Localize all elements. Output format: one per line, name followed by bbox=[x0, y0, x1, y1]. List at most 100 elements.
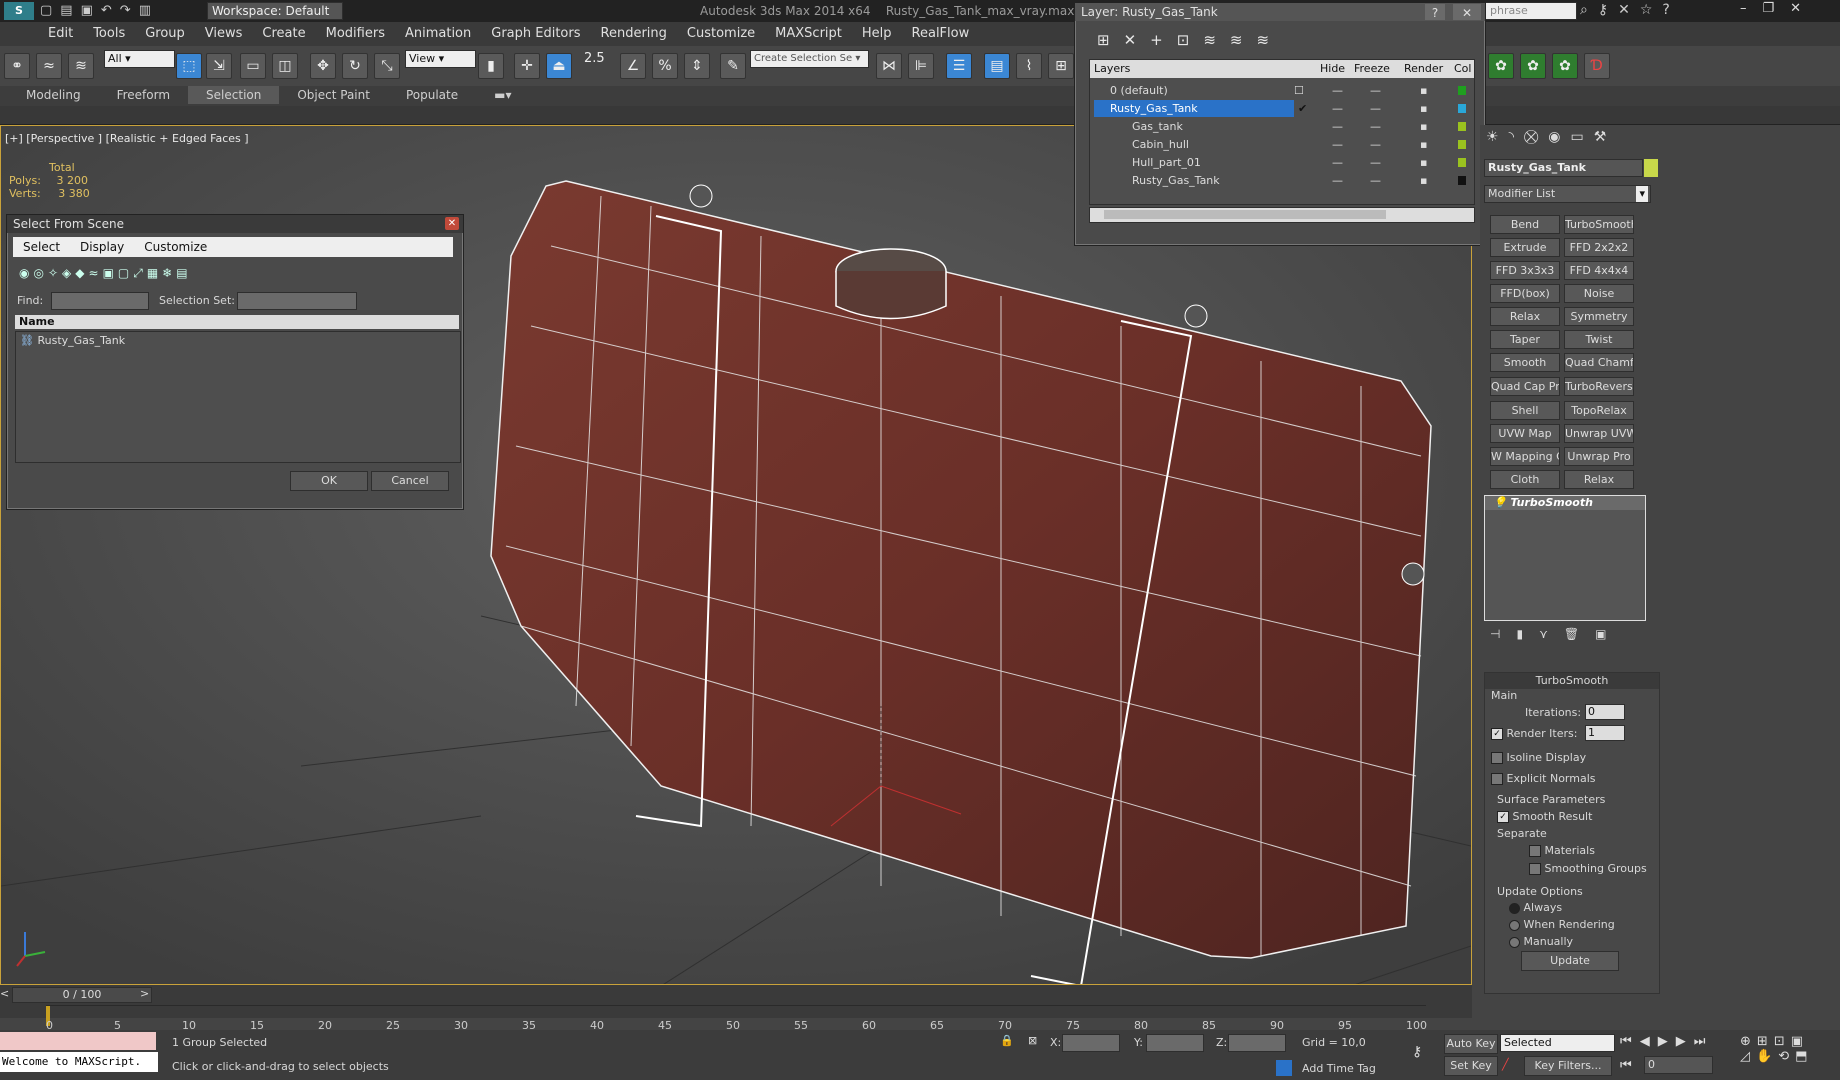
maximize-viewport-icon[interactable]: ⬒ bbox=[1795, 1049, 1813, 1064]
percent-snap-icon[interactable]: % bbox=[652, 53, 678, 79]
bind-space-warp-icon[interactable]: ≋ bbox=[68, 53, 94, 79]
rollout-title[interactable]: TurboSmooth bbox=[1485, 673, 1659, 689]
explicit-normals-checkbox[interactable]: Explicit Normals bbox=[1491, 772, 1596, 785]
modifier-button[interactable]: UVW Map bbox=[1490, 424, 1560, 443]
menu-animation[interactable]: Animation bbox=[395, 22, 481, 45]
rotate-icon[interactable]: ↻ bbox=[342, 53, 368, 79]
hide-toggle[interactable]: — bbox=[1332, 154, 1343, 171]
hold-icon[interactable]: ▥ bbox=[139, 3, 159, 18]
always-radio[interactable]: Always bbox=[1509, 901, 1562, 914]
search-input[interactable]: phrase bbox=[1485, 2, 1577, 20]
key-filters-button[interactable]: Key Filters... bbox=[1524, 1056, 1612, 1076]
modifier-button[interactable]: Quad Chamfer bbox=[1564, 353, 1634, 372]
modifier-button[interactable]: FFD(box) bbox=[1490, 284, 1560, 303]
layer-row[interactable]: Rusty_Gas_Tank ✔ — — ▪ bbox=[1094, 100, 1468, 117]
link-icon[interactable]: ⚭ bbox=[4, 53, 30, 79]
ribbon-options-icon[interactable]: ▬▾ bbox=[476, 86, 529, 104]
keyboard-shortcut-icon[interactable]: ⏏ bbox=[546, 53, 572, 79]
select-by-name-icon[interactable]: ⇲ bbox=[206, 53, 232, 79]
go-to-end-icon[interactable]: ⏭ bbox=[1694, 1034, 1714, 1049]
modifier-button[interactable]: Taper bbox=[1490, 330, 1560, 349]
layer-color-swatch[interactable] bbox=[1458, 104, 1466, 113]
modifier-button[interactable]: Unwrap UVW bbox=[1564, 424, 1634, 443]
layer-row[interactable]: Gas_tank — — ▪ bbox=[1094, 118, 1468, 135]
key-set-dropdown[interactable]: Selected bbox=[1500, 1034, 1615, 1052]
mirror-icon[interactable]: ⋈ bbox=[876, 53, 902, 79]
list-item[interactable]: ⛓ Rusty_Gas_Tank bbox=[16, 332, 460, 349]
minimize-icon[interactable]: – bbox=[1740, 1, 1763, 16]
freeze-toggle[interactable]: — bbox=[1370, 82, 1381, 99]
pivot-icon[interactable]: ▮ bbox=[478, 53, 504, 79]
object-color-swatch[interactable] bbox=[1644, 159, 1658, 177]
tab-populate[interactable]: Populate bbox=[388, 86, 476, 104]
add-time-tag[interactable]: Add Time Tag bbox=[1302, 1062, 1376, 1075]
play-icon[interactable]: ▶ bbox=[1658, 1034, 1676, 1049]
modifier-button[interactable]: W Mapping Cle bbox=[1490, 447, 1560, 466]
filter-frozen-icon[interactable]: ❄ bbox=[162, 266, 176, 280]
modifier-button[interactable]: FFD 4x4x4 bbox=[1564, 261, 1634, 280]
materials-checkbox[interactable]: Materials bbox=[1529, 844, 1595, 857]
close-icon[interactable]: ✕ bbox=[445, 217, 459, 230]
tab-selection[interactable]: Selection bbox=[188, 86, 280, 104]
menu-create[interactable]: Create bbox=[252, 22, 315, 45]
modifier-button[interactable]: Shell bbox=[1490, 401, 1560, 420]
menu-select[interactable]: Select bbox=[13, 240, 70, 254]
schematic-view-icon[interactable]: ⊞ bbox=[1048, 53, 1074, 79]
stack-item[interactable]: 💡 TurboSmooth bbox=[1485, 496, 1645, 510]
prev-frame-icon[interactable]: < bbox=[0, 987, 9, 1000]
layers-column-header[interactable]: Layers bbox=[1094, 60, 1130, 78]
modifier-button[interactable]: FFD 2x2x2 bbox=[1564, 238, 1634, 257]
menu-realflow[interactable]: RealFlow bbox=[902, 22, 980, 45]
workspace-dropdown[interactable]: Workspace: Default bbox=[207, 2, 343, 20]
window-crossing-icon[interactable]: ◫ bbox=[272, 53, 298, 79]
select-object-icon[interactable]: ⬚ bbox=[176, 53, 202, 79]
move-icon[interactable]: ✥ bbox=[310, 53, 336, 79]
angle-snap-icon[interactable]: ∠ bbox=[620, 53, 646, 79]
remove-modifier-icon[interactable]: 🗑 bbox=[1564, 627, 1595, 641]
menu-customize[interactable]: Customize bbox=[677, 22, 765, 45]
layer-row[interactable]: 0 (default) ☐ — — ▪ bbox=[1094, 82, 1468, 99]
menu-help[interactable]: Help bbox=[852, 22, 902, 45]
filter-containers-icon[interactable]: ▦ bbox=[147, 266, 162, 280]
smooth-result-checkbox[interactable]: ✓ Smooth Result bbox=[1497, 810, 1592, 823]
y-coord-field[interactable] bbox=[1146, 1034, 1204, 1052]
render-icon[interactable]: ▪ bbox=[1420, 82, 1427, 99]
modify-tab-icon[interactable]: ◝ bbox=[1509, 129, 1524, 145]
filter-shapes-icon[interactable]: ◎ bbox=[33, 266, 47, 280]
curve-editor-icon[interactable]: ⌇ bbox=[1016, 53, 1042, 79]
freeze-toggle[interactable]: — bbox=[1370, 136, 1381, 153]
modifier-button[interactable]: Extrude bbox=[1490, 238, 1560, 257]
viewport-label[interactable]: [+] [Perspective ] [Realistic + Edged Fa… bbox=[5, 132, 249, 145]
render-icon[interactable]: ▪ bbox=[1420, 154, 1427, 171]
modifier-button[interactable]: Symmetry bbox=[1564, 307, 1634, 326]
delete-layer-icon[interactable]: ✕ bbox=[1124, 31, 1151, 49]
menu-maxscript[interactable]: MAXScript bbox=[765, 22, 852, 45]
realflow-icon-3[interactable]: ✿ bbox=[1552, 53, 1578, 79]
hierarchy-tab-icon[interactable]: ⛒ bbox=[1524, 129, 1548, 145]
modifier-button[interactable]: Quad Cap Pro bbox=[1490, 377, 1560, 396]
manipulate-icon[interactable]: ✛ bbox=[514, 53, 540, 79]
hide-toggle[interactable]: — bbox=[1332, 82, 1343, 99]
edit-named-sets-icon[interactable]: ✎ bbox=[720, 53, 746, 79]
layer-color-swatch[interactable] bbox=[1458, 176, 1466, 185]
layer-manager-icon[interactable]: ☰ bbox=[946, 53, 972, 79]
restore-icon[interactable]: ❐ bbox=[1763, 1, 1791, 16]
absolute-mode-icon[interactable]: ⊠ bbox=[1028, 1034, 1037, 1047]
ok-button[interactable]: OK bbox=[290, 471, 368, 491]
modifier-button[interactable]: FFD 3x3x3 bbox=[1490, 261, 1560, 280]
add-to-layer-icon[interactable]: + bbox=[1150, 31, 1177, 49]
set-key-button[interactable]: Set Key bbox=[1444, 1056, 1498, 1076]
freeze-toggle[interactable]: — bbox=[1370, 100, 1381, 117]
help-icon[interactable]: ? bbox=[1425, 4, 1445, 20]
lock-icon[interactable]: 🔒 bbox=[1000, 1034, 1014, 1047]
find-input[interactable] bbox=[51, 292, 149, 310]
filter-bones-icon[interactable]: ⤢ bbox=[133, 266, 147, 280]
next-frame-icon[interactable]: > bbox=[140, 987, 149, 1000]
realflow-icon-2[interactable]: ✿ bbox=[1520, 53, 1546, 79]
undo-icon[interactable]: ↶ bbox=[101, 3, 120, 18]
signin-icon[interactable]: ✕ bbox=[1618, 2, 1640, 18]
utilities-tab-icon[interactable]: ⚒ bbox=[1594, 129, 1617, 145]
zoom-extents-all-icon[interactable]: ▣ bbox=[1791, 1034, 1809, 1049]
when-rendering-radio[interactable]: When Rendering bbox=[1509, 918, 1615, 931]
freeze-column-header[interactable]: Freeze bbox=[1354, 60, 1390, 78]
